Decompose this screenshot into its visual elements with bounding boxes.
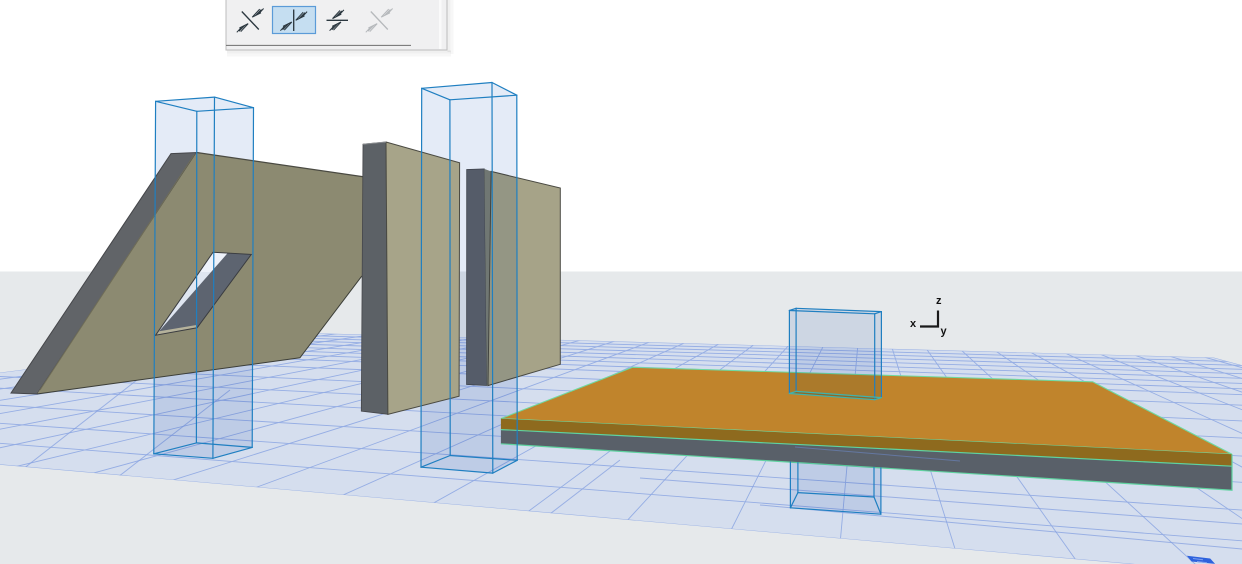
svg-text:x: x <box>910 318 917 330</box>
svg-text:y: y <box>941 326 948 338</box>
svg-text:z: z <box>936 295 942 307</box>
